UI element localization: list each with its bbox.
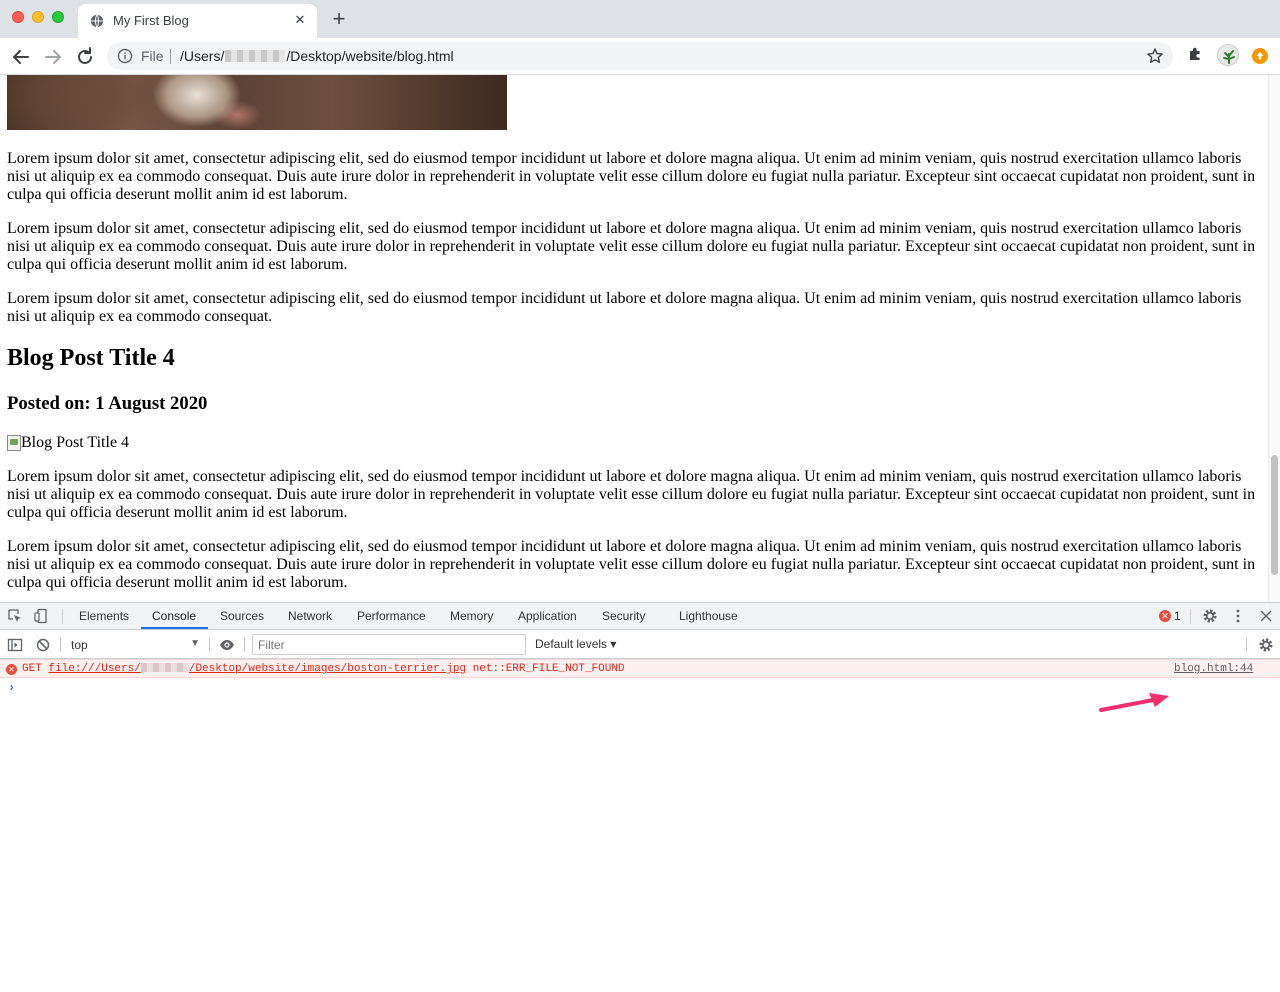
request-url-prefix: file:///Users/	[48, 663, 141, 675]
redacted-username	[225, 50, 286, 62]
request-url[interactable]: file:///Users/ /Desktop/website/images/bo…	[48, 663, 466, 675]
blog-post-image	[7, 75, 507, 130]
extensions-puzzle-icon[interactable]	[1187, 45, 1205, 63]
console-toolbar: top ▼ Default levels ▾	[0, 631, 1280, 659]
devtools-tab-console[interactable]: Console	[152, 609, 196, 623]
source-link[interactable]: blog.html:44	[1174, 663, 1253, 675]
profile-avatar[interactable]	[1217, 44, 1239, 66]
inspect-element-icon[interactable]	[7, 608, 23, 624]
error-icon[interactable]: ✕	[1159, 610, 1171, 622]
chip-divider	[170, 49, 171, 64]
active-tab-indicator	[141, 627, 208, 629]
globe-icon	[90, 14, 104, 28]
post-paragraph: Lorem ipsum dolor sit amet, consectetur …	[7, 220, 1256, 273]
settings-gear-icon[interactable]	[1202, 608, 1218, 624]
post-date: Posted on: 1 August 2020	[7, 393, 208, 414]
devtools-panel: Elements Console Sources Network Perform…	[0, 602, 1280, 992]
post-paragraph: Lorem ipsum dolor sit amet, consectetur …	[7, 290, 1242, 325]
url-prefix: /Users/	[180, 48, 225, 64]
browser-tab[interactable]: My First Blog ✕	[78, 4, 317, 38]
toolbar-divider	[209, 637, 210, 652]
context-value: top	[71, 638, 88, 652]
tab-title: My First Blog	[113, 13, 189, 28]
info-icon[interactable]	[117, 48, 133, 64]
post-title: Blog Post Title 4	[7, 345, 175, 371]
update-extension-icon[interactable]	[1252, 48, 1268, 64]
log-levels-dropdown[interactable]: Default levels ▾	[535, 637, 616, 651]
page-viewport: Lorem ipsum dolor sit amet, consectetur …	[0, 75, 1268, 602]
filter-input[interactable]	[252, 634, 526, 655]
kebab-menu-icon[interactable]	[1230, 608, 1246, 624]
post-paragraph: Lorem ipsum dolor sit amet, consectetur …	[7, 538, 1256, 591]
error-text: GET file:///Users/ /Desktop/website/image…	[22, 663, 625, 675]
console-settings-gear-icon[interactable]	[1258, 637, 1274, 653]
context-selector[interactable]: top ▼	[66, 635, 204, 655]
toolbar-divider	[1190, 609, 1191, 624]
error-code: net::ERR_FILE_NOT_FOUND	[472, 663, 625, 675]
broken-image-alt: Blog Post Title 4	[21, 434, 130, 451]
post-paragraph: Lorem ipsum dolor sit amet, consectetur …	[7, 150, 1256, 203]
devtools-tabbar: Elements Console Sources Network Perform…	[0, 603, 1280, 630]
clear-console-icon[interactable]	[35, 637, 51, 653]
devtools-tab-network[interactable]: Network	[288, 609, 332, 623]
devtools-tab-security[interactable]: Security	[602, 609, 645, 623]
url-text[interactable]: /Users/ /Desktop/website/blog.html	[180, 48, 454, 64]
error-icon: ✕	[6, 664, 17, 675]
toolbar-divider	[60, 637, 61, 652]
devtools-tab-lighthouse[interactable]: Lighthouse	[679, 609, 738, 623]
request-method: GET	[22, 663, 42, 675]
tab-strip: My First Blog ✕ +	[0, 0, 1280, 38]
error-count[interactable]: 1	[1174, 609, 1181, 623]
devtools-tab-application[interactable]: Application	[518, 609, 577, 623]
broken-image-icon	[7, 435, 21, 451]
browser-toolbar: File /Users/ /Desktop/website/blog.html	[0, 38, 1280, 75]
broken-image: Blog Post Title 4	[7, 434, 129, 452]
request-url-suffix: /Desktop/website/images/boston-terrier.j…	[188, 663, 467, 675]
chevron-down-icon: ▼	[190, 638, 200, 649]
device-toolbar-icon[interactable]	[33, 608, 49, 624]
post-paragraph: Lorem ipsum dolor sit amet, consectetur …	[7, 468, 1256, 521]
scheme-chip: File	[141, 48, 164, 64]
window-close-button[interactable]	[12, 11, 24, 23]
toolbar-divider	[244, 637, 245, 652]
back-icon[interactable]	[9, 45, 33, 69]
toolbar-divider	[1246, 637, 1247, 652]
devtools-tab-sources[interactable]: Sources	[220, 609, 264, 623]
window-zoom-button[interactable]	[52, 11, 64, 23]
sidebar-toggle-icon[interactable]	[7, 637, 23, 653]
devtools-tab-performance[interactable]: Performance	[357, 609, 426, 623]
devtools-tab-memory[interactable]: Memory	[450, 609, 493, 623]
devtools-tab-elements[interactable]: Elements	[79, 609, 129, 623]
console-prompt[interactable]: ›	[8, 681, 15, 695]
page-scrollbar[interactable]	[1268, 75, 1280, 602]
url-suffix: /Desktop/website/blog.html	[286, 48, 454, 64]
scrollbar-thumb[interactable]	[1271, 455, 1278, 575]
forward-icon[interactable]	[41, 45, 65, 69]
new-tab-button[interactable]: +	[328, 8, 350, 31]
redacted-username	[140, 663, 189, 672]
eye-icon[interactable]	[219, 637, 235, 653]
star-icon[interactable]	[1146, 47, 1164, 65]
console-error-message[interactable]: ✕ GET file:///Users/ /Desktop/website/ima…	[0, 659, 1280, 678]
tab-close-icon[interactable]: ✕	[292, 12, 308, 28]
window-minimize-button[interactable]	[32, 11, 44, 23]
close-icon[interactable]	[1258, 608, 1274, 624]
address-bar[interactable]: File /Users/ /Desktop/website/blog.html	[107, 42, 1173, 70]
toolbar-divider	[62, 609, 63, 624]
reload-icon[interactable]	[73, 45, 97, 69]
